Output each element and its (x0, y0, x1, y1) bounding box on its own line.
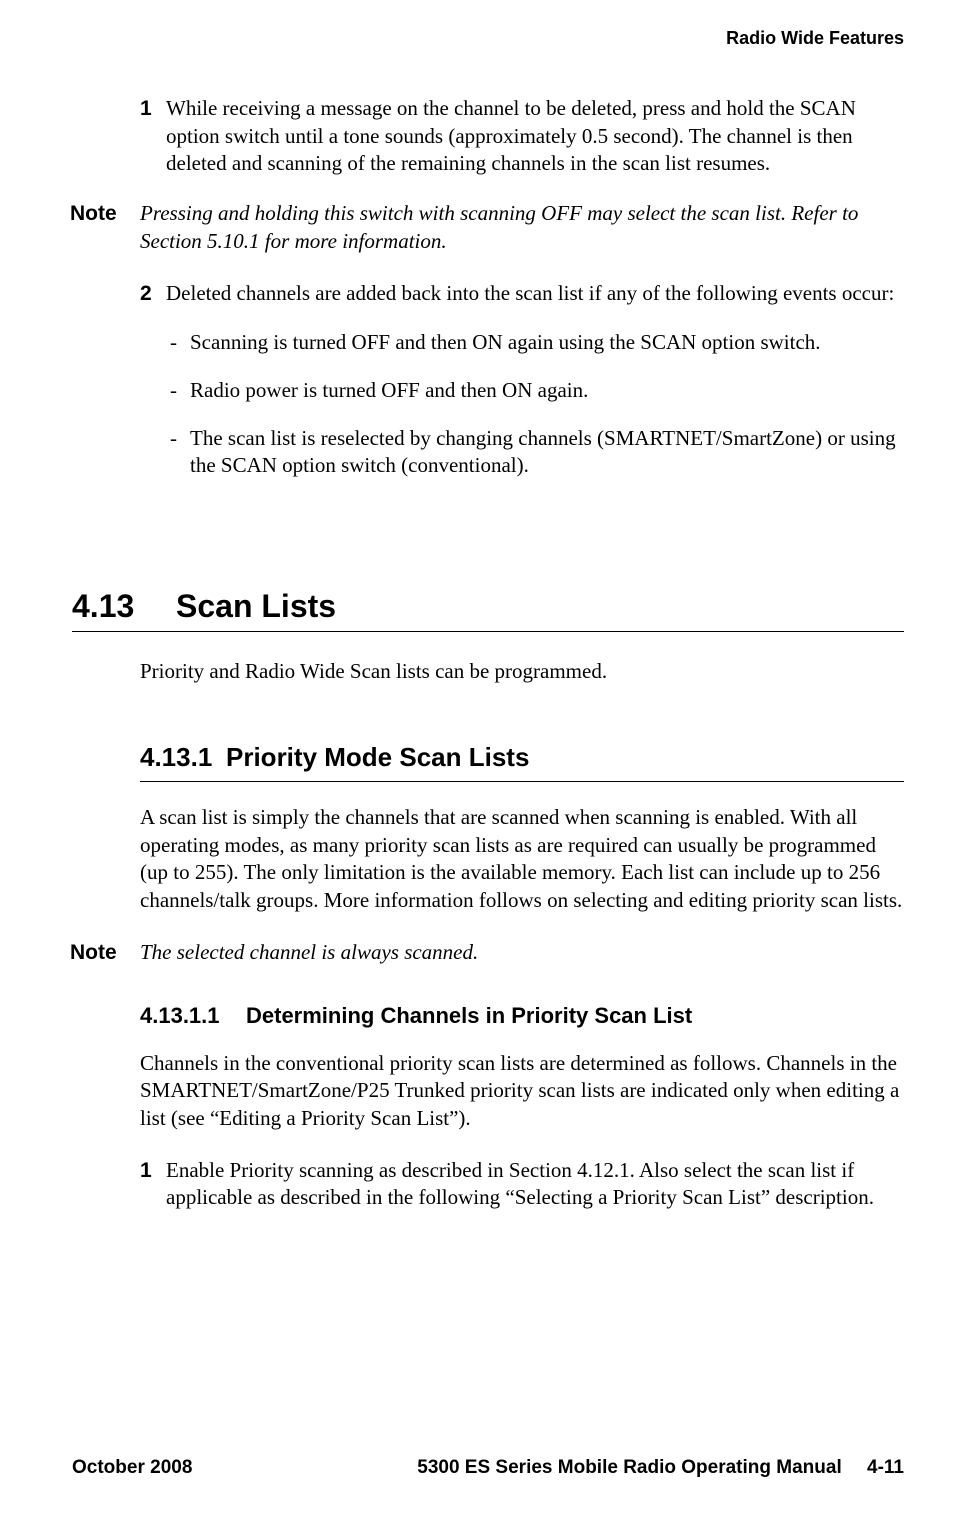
section-heading: 4.13 Scan Lists (72, 588, 904, 625)
note-text: The selected channel is always scanned. (140, 939, 904, 967)
subsection-title: Priority Mode Scan Lists (226, 742, 529, 773)
step-number: 1 (140, 1157, 166, 1212)
section-rule (72, 631, 904, 632)
step-2: 2 Deleted channels are added back into t… (140, 280, 904, 308)
note-text: Pressing and holding this switch with sc… (140, 200, 904, 255)
section-number: 4.13 (72, 588, 176, 625)
list-item: - Scanning is turned OFF and then ON aga… (170, 329, 904, 357)
dash-icon: - (170, 425, 190, 480)
running-header: Radio Wide Features (72, 28, 904, 49)
section-title: Scan Lists (176, 588, 336, 625)
step-text: Deleted channels are added back into the… (166, 280, 904, 308)
page-footer: October 2008 5300 ES Series Mobile Radio… (72, 1457, 904, 1479)
note-label: Note (70, 200, 140, 255)
list-item: - The scan list is reselected by changin… (170, 425, 904, 480)
footer-date: October 2008 (72, 1457, 192, 1479)
list-item-text: Scanning is turned OFF and then ON again… (190, 329, 904, 357)
subsection-number: 4.13.1 (140, 742, 226, 773)
subsubsection-para: Channels in the conventional priority sc… (140, 1050, 904, 1133)
subsection-para: A scan list is simply the channels that … (140, 804, 904, 915)
list-item: - Radio power is turned OFF and then ON … (170, 377, 904, 405)
footer-page-number: 4-11 (867, 1457, 904, 1478)
subsection-heading: 4.13.1 Priority Mode Scan Lists (140, 742, 904, 773)
subsubsection-title: Determining Channels in Priority Scan Li… (246, 1003, 692, 1029)
step-1: 1 While receiving a message on the chann… (140, 95, 904, 178)
note-label: Note (70, 939, 140, 967)
note-block: Note The selected channel is always scan… (70, 939, 904, 967)
content-area: 1 While receiving a message on the chann… (72, 95, 904, 1212)
step-number: 2 (140, 280, 166, 308)
section-intro: Priority and Radio Wide Scan lists can b… (140, 658, 904, 686)
note-block: Note Pressing and holding this switch wi… (70, 200, 904, 255)
subsubsection-number: 4.13.1.1 (140, 1003, 246, 1029)
footer-right: 5300 ES Series Mobile Radio Operating Ma… (417, 1457, 904, 1479)
list-item-text: Radio power is turned OFF and then ON ag… (190, 377, 904, 405)
step-text: Enable Priority scanning as described in… (166, 1157, 904, 1212)
footer-manual-title: 5300 ES Series Mobile Radio Operating Ma… (417, 1457, 841, 1478)
subsection-rule (140, 781, 904, 782)
step-number: 1 (140, 95, 166, 178)
subsubsection-heading: 4.13.1.1 Determining Channels in Priorit… (140, 1003, 904, 1029)
dash-icon: - (170, 377, 190, 405)
dash-list: - Scanning is turned OFF and then ON aga… (170, 329, 904, 480)
list-item-text: The scan list is reselected by changing … (190, 425, 904, 480)
dash-icon: - (170, 329, 190, 357)
step-text: While receiving a message on the channel… (166, 95, 904, 178)
step-1: 1 Enable Priority scanning as described … (140, 1157, 904, 1212)
